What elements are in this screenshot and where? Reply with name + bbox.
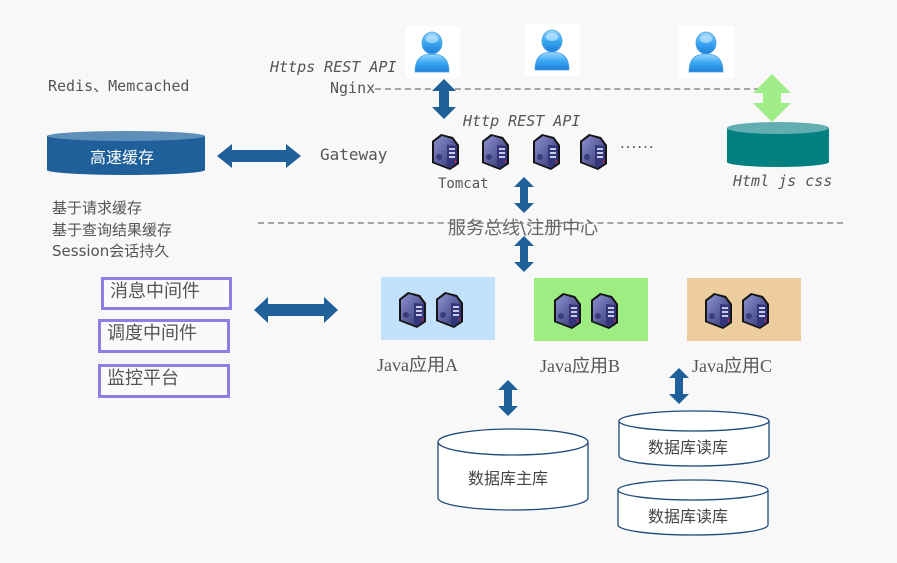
cache-feature-3: Session会话持久 <box>52 242 170 260</box>
middleware-item-monitor: 监控平台 <box>98 364 230 398</box>
middleware-item-label: 调度中间件 <box>107 323 197 344</box>
java-app-a-label: Java应用A <box>377 355 458 375</box>
https-api-label: Https REST API <box>270 58 397 76</box>
bus-apps-arrow <box>514 236 534 272</box>
middleware-item-label: 监控平台 <box>107 368 179 389</box>
nginx-label: Nginx <box>330 79 376 97</box>
tomcat-bus-arrow <box>514 177 534 213</box>
cache-tech-label: Redis、Memcached <box>48 77 190 95</box>
app-c-replica-arrow <box>669 368 689 404</box>
user-icon <box>532 28 572 72</box>
gateway-label: Gateway <box>320 145 388 164</box>
java-app-b-label: Java应用B <box>540 356 620 376</box>
user-3 <box>679 26 734 78</box>
user-icon <box>412 30 452 74</box>
tomcat-server-icon <box>530 131 562 171</box>
cache-feature-1: 基于请求缓存 <box>52 199 143 217</box>
cache-name: 高速缓存 <box>90 148 155 167</box>
java-app-c-box <box>687 278 801 341</box>
server-icon <box>551 290 583 330</box>
replica-database-1-label: 数据库读库 <box>648 438 729 457</box>
middleware-apps-arrow <box>254 297 338 323</box>
tomcat-server-icon <box>479 131 511 171</box>
middleware-item-label: 消息中间件 <box>110 281 200 302</box>
server-icon <box>739 290 771 330</box>
server-icon <box>702 290 734 330</box>
more-servers-ellipsis: ······ <box>620 138 655 156</box>
static-label: Html js css <box>733 172 833 190</box>
tomcat-server-icon <box>577 131 609 171</box>
user-icon <box>686 30 726 74</box>
server-icon <box>396 289 428 329</box>
server-icon <box>433 289 465 329</box>
app-a-master-arrow <box>498 380 518 416</box>
master-database-label: 数据库主库 <box>468 469 549 488</box>
server-icon <box>588 290 620 330</box>
middleware-item-message: 消息中间件 <box>101 277 232 310</box>
user-nginx-arrow <box>432 79 456 119</box>
tomcat-label: Tomcat <box>438 176 489 192</box>
static-arrow <box>753 74 791 122</box>
java-app-b-box <box>534 278 648 341</box>
static-database <box>727 122 829 167</box>
http-api-label: Http REST API <box>463 112 581 130</box>
tomcat-server-icon <box>429 131 461 171</box>
cache-gateway-arrow <box>217 144 301 168</box>
java-app-a-box <box>381 277 495 340</box>
java-app-c-label: Java应用C <box>692 356 772 376</box>
middleware-item-scheduler: 调度中间件 <box>98 319 230 353</box>
user-2 <box>525 24 580 76</box>
replica-database-2-label: 数据库读库 <box>648 507 729 526</box>
cache-feature-2: 基于查询结果缓存 <box>52 221 173 239</box>
user-1 <box>405 26 460 78</box>
